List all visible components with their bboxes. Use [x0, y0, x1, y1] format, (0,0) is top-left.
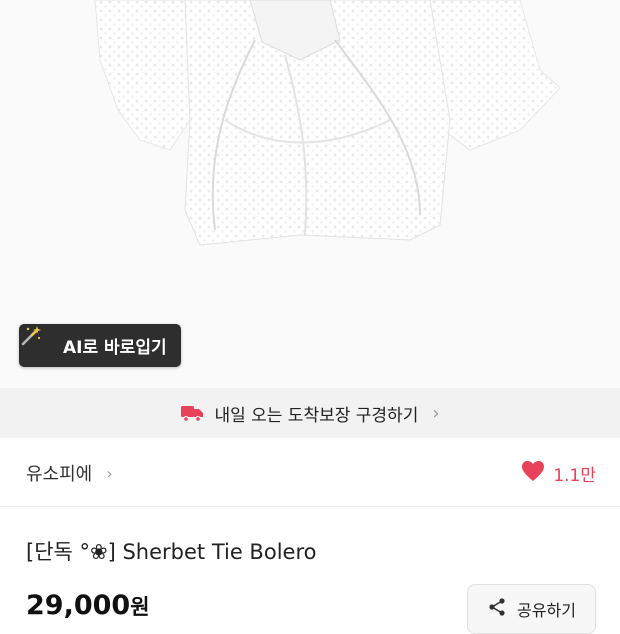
share-label: 공유하기 [517, 601, 576, 620]
magic-wand-icon [21, 326, 55, 358]
delivery-banner-text: 내일 오는 도착보장 구경하기 [214, 405, 419, 426]
ai-try-on-button[interactable]: AI로 바로입기 [19, 324, 181, 367]
chevron-right-icon: › [106, 463, 113, 483]
delivery-truck-icon [180, 403, 204, 423]
product-price: 29,000원 [26, 590, 150, 621]
seller-name: 유소피에 [26, 464, 93, 485]
seller-row: 유소피에 › 1.1만 [0, 438, 620, 507]
ai-try-on-label: AI로 바로입기 [63, 338, 167, 358]
share-button[interactable]: 공유하기 [467, 584, 596, 634]
product-title: [단독 °❀] Sherbet Tie Bolero [26, 540, 317, 564]
like-button[interactable]: 1.1만 [521, 460, 596, 487]
price-amount: 29,000 [26, 590, 131, 621]
delivery-guarantee-banner[interactable]: 내일 오는 도착보장 구경하기 › [0, 388, 620, 438]
heart-icon [521, 460, 545, 487]
price-currency: 원 [130, 595, 150, 619]
chevron-right-icon: › [432, 402, 440, 424]
seller-link[interactable]: 유소피에 › [26, 460, 113, 486]
product-image[interactable]: AI로 바로입기 [0, 0, 620, 388]
like-count: 1.1만 [553, 466, 596, 486]
share-icon [487, 597, 507, 621]
